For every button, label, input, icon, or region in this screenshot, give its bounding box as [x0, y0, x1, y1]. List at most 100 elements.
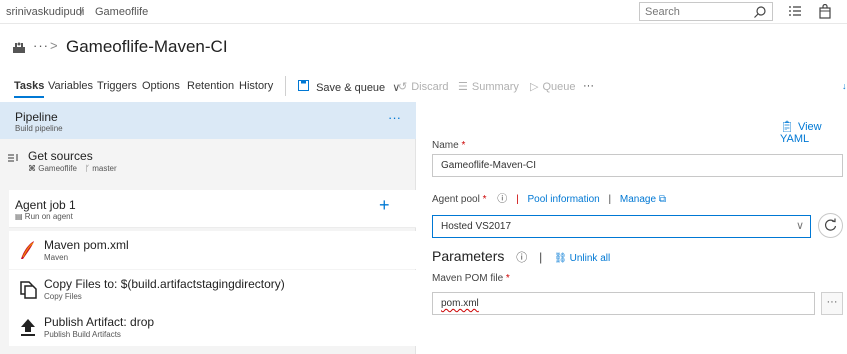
build-pipeline-icon — [12, 40, 26, 57]
branch-icon: ᚴ — [85, 164, 90, 173]
separator: | — [539, 250, 543, 264]
title-row: ··· > Gameoflife-Maven-CI — [0, 32, 847, 62]
refresh-button[interactable] — [818, 213, 843, 238]
shopping-bag-icon[interactable] — [818, 3, 832, 22]
breadcrumb-separator: / — [80, 5, 84, 19]
pom-label-text: Maven POM file — [432, 273, 504, 284]
separator: | — [608, 194, 612, 205]
parameters-heading: Parameters — [432, 248, 505, 264]
task-details-panel: 📋︎ View YAML Name * Gameoflife-Maven-CI A… — [417, 102, 847, 354]
pool-information-link[interactable]: Pool information — [527, 194, 599, 205]
task-subtitle: Publish Build Artifacts — [44, 330, 121, 339]
toolbar-more-button[interactable]: ··· — [583, 80, 594, 92]
search-icon[interactable] — [753, 5, 767, 22]
play-icon: ▷ — [530, 81, 539, 93]
agent-pool-select[interactable]: Hosted VS2017 ∨ — [432, 215, 811, 238]
scroll-indicator: ↓ — [842, 81, 847, 91]
publish-artifact-icon — [17, 316, 39, 338]
task-subtitle: Maven — [44, 253, 69, 262]
chevron-right-icon: > — [50, 38, 58, 53]
discard-button[interactable]: ↺ Discard — [398, 80, 449, 93]
tab-variables[interactable]: Variables — [48, 80, 93, 92]
name-label-text: Name — [432, 140, 459, 151]
pipeline-subtitle: Build pipeline — [15, 124, 63, 133]
tab-tasks[interactable]: Tasks — [14, 80, 45, 98]
separator: | — [516, 194, 519, 205]
list-icon[interactable] — [788, 4, 802, 21]
save-queue-label: Save & queue — [316, 82, 386, 94]
maven-pom-file-field[interactable]: pom.xml — [432, 292, 815, 315]
summary-label: Summary — [471, 81, 519, 93]
parameters-row: Parameters ⓘ | ⛓ Unlink all — [432, 248, 610, 265]
queue-label: Queue — [542, 81, 576, 93]
chevron-down-icon: ∨ — [795, 220, 804, 232]
name-value: Gameoflife-Maven-CI — [441, 160, 537, 171]
top-bar: srinivaskudipudi / Gameoflife Search — [0, 0, 847, 24]
task-title: Maven pom.xml — [44, 238, 129, 252]
summary-icon: ☰ — [458, 81, 468, 93]
info-icon[interactable]: ⓘ — [497, 194, 507, 205]
breadcrumb-project[interactable]: Gameoflife — [95, 6, 148, 18]
undo-icon: ↺ — [398, 81, 408, 93]
agent-icon: ▤ — [15, 212, 23, 221]
task-title: Publish Artifact: drop — [44, 315, 155, 329]
task-list-panel: Pipeline Build pipeline ··· Get sources … — [0, 102, 416, 354]
tab-options[interactable]: Options — [142, 80, 180, 92]
agent-pool-label-row: Agent pool * ⓘ | Pool information | Mana… — [432, 190, 666, 205]
agent-pool-label: Agent pool — [432, 194, 480, 205]
branch-name: master — [92, 164, 117, 173]
pipeline-more-button[interactable]: ··· — [388, 110, 401, 125]
tab-triggers[interactable]: Triggers — [97, 80, 137, 92]
required-mark: * — [461, 140, 466, 151]
save-icon — [298, 80, 312, 94]
required-mark: * — [505, 273, 510, 284]
save-queue-button[interactable]: Save & queue ∨ — [298, 80, 400, 94]
agent-job-title: Agent job 1 — [15, 198, 76, 212]
pom-value: pom.xml — [441, 298, 479, 309]
search-placeholder: Search — [645, 6, 680, 18]
agent-job-subtitle: ▤ Run on agent — [15, 212, 73, 221]
name-field[interactable]: Gameoflife-Maven-CI — [432, 154, 843, 177]
refresh-icon — [824, 218, 837, 231]
pipeline-item[interactable]: Pipeline Build pipeline ··· — [0, 102, 416, 139]
required-mark: * — [482, 194, 487, 205]
agent-pool-value: Hosted VS2017 — [441, 221, 512, 232]
task-item-copy-files[interactable]: Copy Files to: $(build.artifactstagingdi… — [9, 270, 416, 308]
copy-files-icon — [17, 278, 39, 300]
tab-bar: Tasks Variables Triggers Options Retenti… — [0, 74, 847, 98]
task-item-maven[interactable]: Maven pom.xml Maven — [9, 231, 416, 269]
info-icon[interactable]: ⓘ — [516, 252, 527, 264]
discard-label: Discard — [411, 81, 449, 93]
agent-job-item[interactable]: Agent job 1 ▤ Run on agent + — [9, 190, 416, 228]
task-subtitle: Copy Files — [44, 292, 82, 301]
get-sources-title: Get sources — [28, 149, 93, 163]
task-item-publish-artifact[interactable]: Publish Artifact: drop Publish Build Art… — [9, 308, 416, 346]
search-input[interactable]: Search — [639, 2, 773, 21]
external-link-icon: ⧉ — [658, 194, 666, 205]
get-sources-detail: ⌘ Gameoflife ᚴ master — [28, 164, 117, 173]
source-list-icon — [8, 152, 22, 166]
link-icon: ⛓ — [554, 253, 567, 264]
agent-job-subtitle-text: Run on agent — [24, 212, 73, 221]
maven-icon — [17, 239, 39, 261]
view-yaml-link[interactable]: 📋︎ View YAML — [780, 120, 847, 145]
browse-button[interactable]: ··· — [821, 292, 843, 315]
pom-label: Maven POM file * — [432, 273, 510, 284]
manage-link[interactable]: Manage ⧉ — [620, 194, 666, 205]
pipeline-title: Pipeline — [15, 110, 58, 124]
breadcrumb-more-button[interactable]: ··· — [33, 38, 49, 53]
get-sources-item[interactable]: Get sources ⌘ Gameoflife ᚴ master — [0, 143, 416, 181]
queue-button[interactable]: ▷ Queue — [530, 80, 576, 93]
unlink-all-link[interactable]: ⛓ Unlink all — [554, 253, 610, 264]
tab-history[interactable]: History — [239, 80, 273, 92]
task-title: Copy Files to: $(build.artifactstagingdi… — [44, 277, 285, 291]
repo-icon: ⌘ — [28, 164, 36, 173]
tab-retention[interactable]: Retention — [187, 80, 234, 92]
repo-name: Gameoflife — [38, 164, 77, 173]
summary-button[interactable]: ☰ Summary — [458, 80, 519, 93]
toolbar-divider — [285, 76, 286, 96]
manage-label: Manage — [619, 194, 657, 205]
breadcrumb-org[interactable]: srinivaskudipudi — [6, 6, 84, 18]
add-task-button[interactable]: + — [379, 195, 390, 216]
unlink-all-label: Unlink all — [569, 253, 611, 264]
